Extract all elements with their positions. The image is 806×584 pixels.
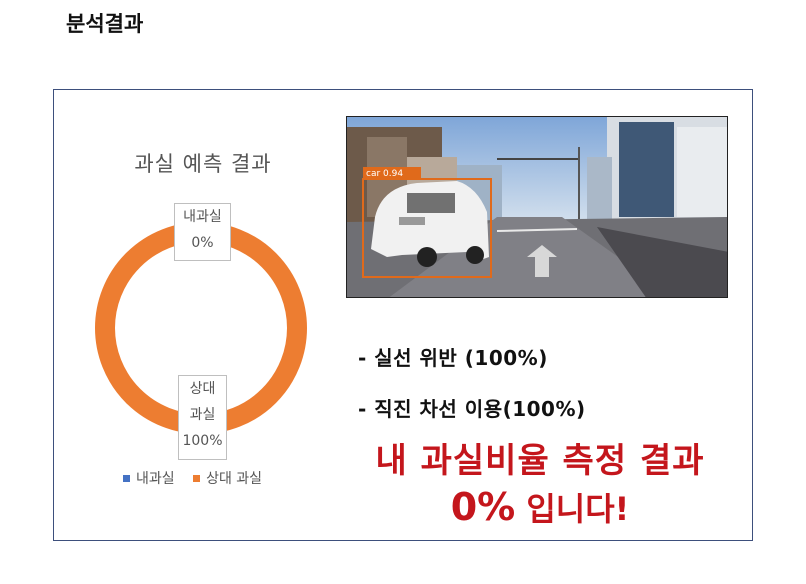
legend-swatch-mine [123, 474, 130, 482]
chart-legend: 내과실 상대 과실 [123, 468, 276, 488]
legend-label-other: 상대 과실 [206, 471, 263, 487]
result-suffix: 입니다! [515, 490, 630, 528]
legend-swatch-other [193, 474, 201, 482]
data-label-other-name2: 과실 [189, 407, 216, 423]
data-label-mine-value: 0% [191, 235, 214, 251]
data-label-mine: 내과실 0% [174, 203, 231, 261]
dashcam-image: car 0.94 [346, 116, 728, 298]
legend-label-mine: 내과실 [136, 471, 175, 487]
data-label-mine-name: 내과실 [183, 209, 222, 225]
data-label-other: 상대 과실 100% [178, 375, 227, 460]
data-label-other-name1: 상대 [189, 381, 216, 397]
legend-item-other: 상대 과실 [193, 471, 262, 487]
data-label-other-value: 100% [182, 433, 223, 449]
finding-2: - 직진 차선 이용(100%) [358, 397, 586, 421]
finding-1: - 실선 위반 (100%) [358, 346, 548, 370]
dashcam-scene: car 0.94 [347, 117, 727, 297]
result-summary: 0% 입니다! [360, 484, 720, 530]
legend-item-mine: 내과실 [123, 471, 175, 487]
detection-label: car 0.94 [366, 169, 403, 179]
result-percent: 0% [450, 485, 516, 529]
result-heading: 내 과실비율 측정 결과 [375, 441, 705, 481]
